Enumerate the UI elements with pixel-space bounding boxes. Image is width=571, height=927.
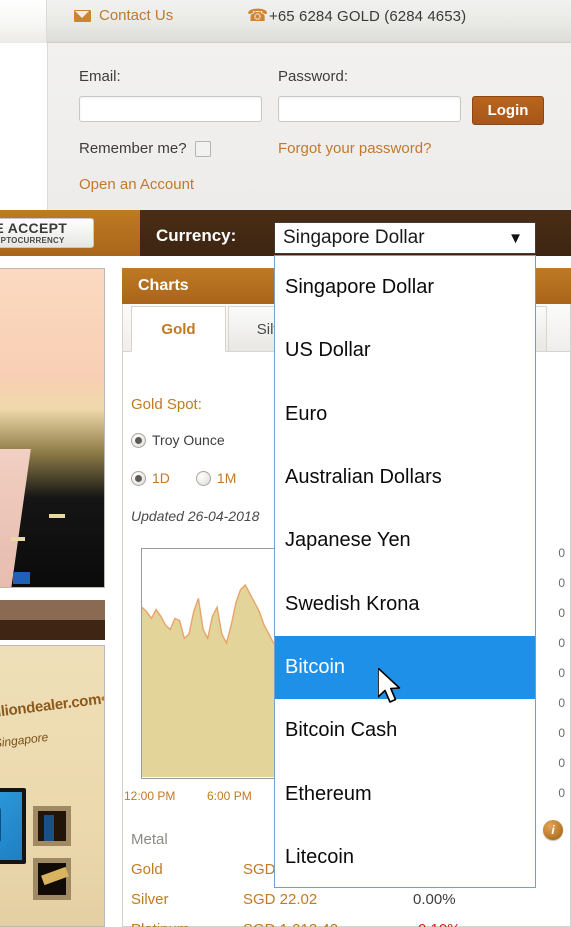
row-silver-change: 0.00% <box>413 890 456 908</box>
open-account-link[interactable]: Open an Account <box>79 176 194 193</box>
currency-option-bitcoin[interactable]: Bitcoin <box>275 635 535 700</box>
currency-option-singapore-dollar[interactable]: Singapore Dollar <box>275 256 535 319</box>
photo-wall-shade <box>0 449 31 587</box>
photo-light-1 <box>49 514 65 518</box>
currency-option-swedish-krona[interactable]: Swedish Krona <box>275 572 535 635</box>
y-tick-6: 0 <box>558 696 565 710</box>
currency-select-value: Singapore Dollar <box>283 227 425 248</box>
y-tick-7: 0 <box>558 726 565 740</box>
currency-label: Currency: <box>156 226 237 245</box>
photo-tagline: in Singapore <box>0 729 49 752</box>
phone-icon: ☎ <box>247 6 269 25</box>
coin-icon: i <box>543 820 563 840</box>
remember-me-row: Remember me? <box>79 140 211 157</box>
currency-option-label: US Dollar <box>285 339 371 362</box>
contact-us-link[interactable]: Contact Us <box>74 7 173 24</box>
currency-dropdown-list[interactable]: Singapore Dollar US Dollar Euro Australian … <box>274 255 536 888</box>
contact-us-label: Contact Us <box>99 7 174 24</box>
divider-band-light <box>0 600 105 620</box>
row-platinum-change: -0.10% <box>413 921 523 927</box>
radio-troy-ounce-label: Troy Ounce <box>152 432 225 448</box>
row-silver-price: SGD 22.02 <box>243 890 318 908</box>
password-label: Password: <box>278 68 349 85</box>
currency-option-bitcoin-cash[interactable]: Bitcoin Cash <box>275 699 535 762</box>
charts-panel-title: Charts <box>138 277 189 294</box>
password-field[interactable] <box>278 96 461 122</box>
currency-option-label: Litecoin <box>285 845 354 868</box>
login-button[interactable]: Login <box>472 96 544 125</box>
topbar-left-shade <box>0 0 47 43</box>
y-tick-3: 0 <box>558 606 565 620</box>
photo-frame-1 <box>33 806 71 846</box>
currency-select[interactable]: Singapore Dollar ▼ <box>274 222 536 254</box>
radio-1d[interactable] <box>131 470 146 486</box>
crypto-badge-line1: WE ACCEPT <box>0 219 68 236</box>
y-tick-5: 0 <box>558 666 565 680</box>
phone-number[interactable]: ☎ +65 6284 GOLD (6284 4653) <box>247 7 466 25</box>
row-platinum-price: SGD 1,212.42 <box>243 921 413 927</box>
y-tick-2: 0 <box>558 576 565 590</box>
showroom-photo-top <box>0 268 105 588</box>
chevron-down-icon: ▼ <box>508 229 523 247</box>
divider-band-dark <box>0 620 105 640</box>
y-tick-1: 0 <box>558 546 565 560</box>
forgot-password-link[interactable]: Forgot your password? <box>278 140 431 157</box>
photo-frame-2 <box>33 858 71 900</box>
crypto-badge-line2: CRYPTOCURRENCY <box>0 235 65 245</box>
updated-timestamp: Updated 26-04-2018 <box>131 508 260 524</box>
currency-option-label: Singapore Dollar <box>285 276 434 299</box>
gold-spot-label: Gold Spot: <box>131 396 202 413</box>
remember-me-checkbox[interactable] <box>194 140 211 157</box>
table-row: Platinum SGD 1,212.42 -0.10% <box>131 914 561 927</box>
showroom-photo-bottom: bulliondealer.com• in Singapore <box>0 645 105 927</box>
row-silver-metal: Silver <box>131 890 169 908</box>
photo-tv <box>0 788 26 864</box>
radio-troy-ounce[interactable] <box>131 432 146 448</box>
y-tick-8: 0 <box>558 756 565 770</box>
radio-1m-label: 1M <box>216 470 237 486</box>
tab-gold-label: Gold <box>161 320 196 338</box>
y-tick-4: 0 <box>558 636 565 650</box>
currency-option-australian-dollars[interactable]: Australian Dollars <box>275 446 535 509</box>
phone-number-label: +65 6284 GOLD (6284 4653) <box>269 7 467 25</box>
currency-option-label: Swedish Krona <box>285 592 420 615</box>
currency-option-label: Bitcoin Cash <box>285 719 398 742</box>
page-root: Contact Us ☎ +65 6284 GOLD (6284 4653) E… <box>0 0 571 927</box>
radio-1m[interactable] <box>195 470 211 486</box>
row-gold-metal: Gold <box>131 860 163 878</box>
currency-option-litecoin[interactable]: Litecoin <box>275 826 535 887</box>
y-tick-9: 0 <box>558 786 565 800</box>
currency-option-ethereum[interactable]: Ethereum <box>275 762 535 825</box>
currency-option-label: Japanese Yen <box>285 529 411 552</box>
currency-option-label: Euro <box>285 402 328 425</box>
currency-option-label: Ethereum <box>285 782 372 805</box>
unit-radio-group: Troy Ounce <box>131 432 225 448</box>
currency-option-label: Australian Dollars <box>285 466 442 489</box>
tab-gold[interactable]: Gold <box>131 306 226 352</box>
currency-option-euro[interactable]: Euro <box>275 383 535 446</box>
photo-screen <box>13 572 30 584</box>
row-platinum-metal: Platinum <box>131 921 243 927</box>
currency-option-us-dollar[interactable]: US Dollar <box>275 319 535 382</box>
currency-option-label: Bitcoin <box>285 655 346 678</box>
left-white-strip <box>0 43 47 210</box>
currency-option-japanese-yen[interactable]: Japanese Yen <box>275 509 535 572</box>
col-metal-header: Metal <box>131 830 168 848</box>
x-tick-2: 6:00 PM <box>207 789 252 803</box>
x-tick-1: 12:00 PM <box>124 789 176 803</box>
email-label: Email: <box>79 68 121 85</box>
photo-light-2 <box>11 537 25 541</box>
radio-1d-label: 1D <box>152 470 170 486</box>
range-radio-group: 1D 1M <box>131 470 236 486</box>
crypto-accept-badge: WE ACCEPT CRYPTOCURRENCY <box>0 218 94 248</box>
email-field[interactable] <box>79 96 262 122</box>
photo-wordmark: bulliondealer.com• <box>0 690 105 723</box>
mail-icon <box>74 9 91 22</box>
table-row: Silver SGD 22.02 0.00% <box>131 884 561 914</box>
remember-me-label: Remember me? <box>79 140 187 157</box>
